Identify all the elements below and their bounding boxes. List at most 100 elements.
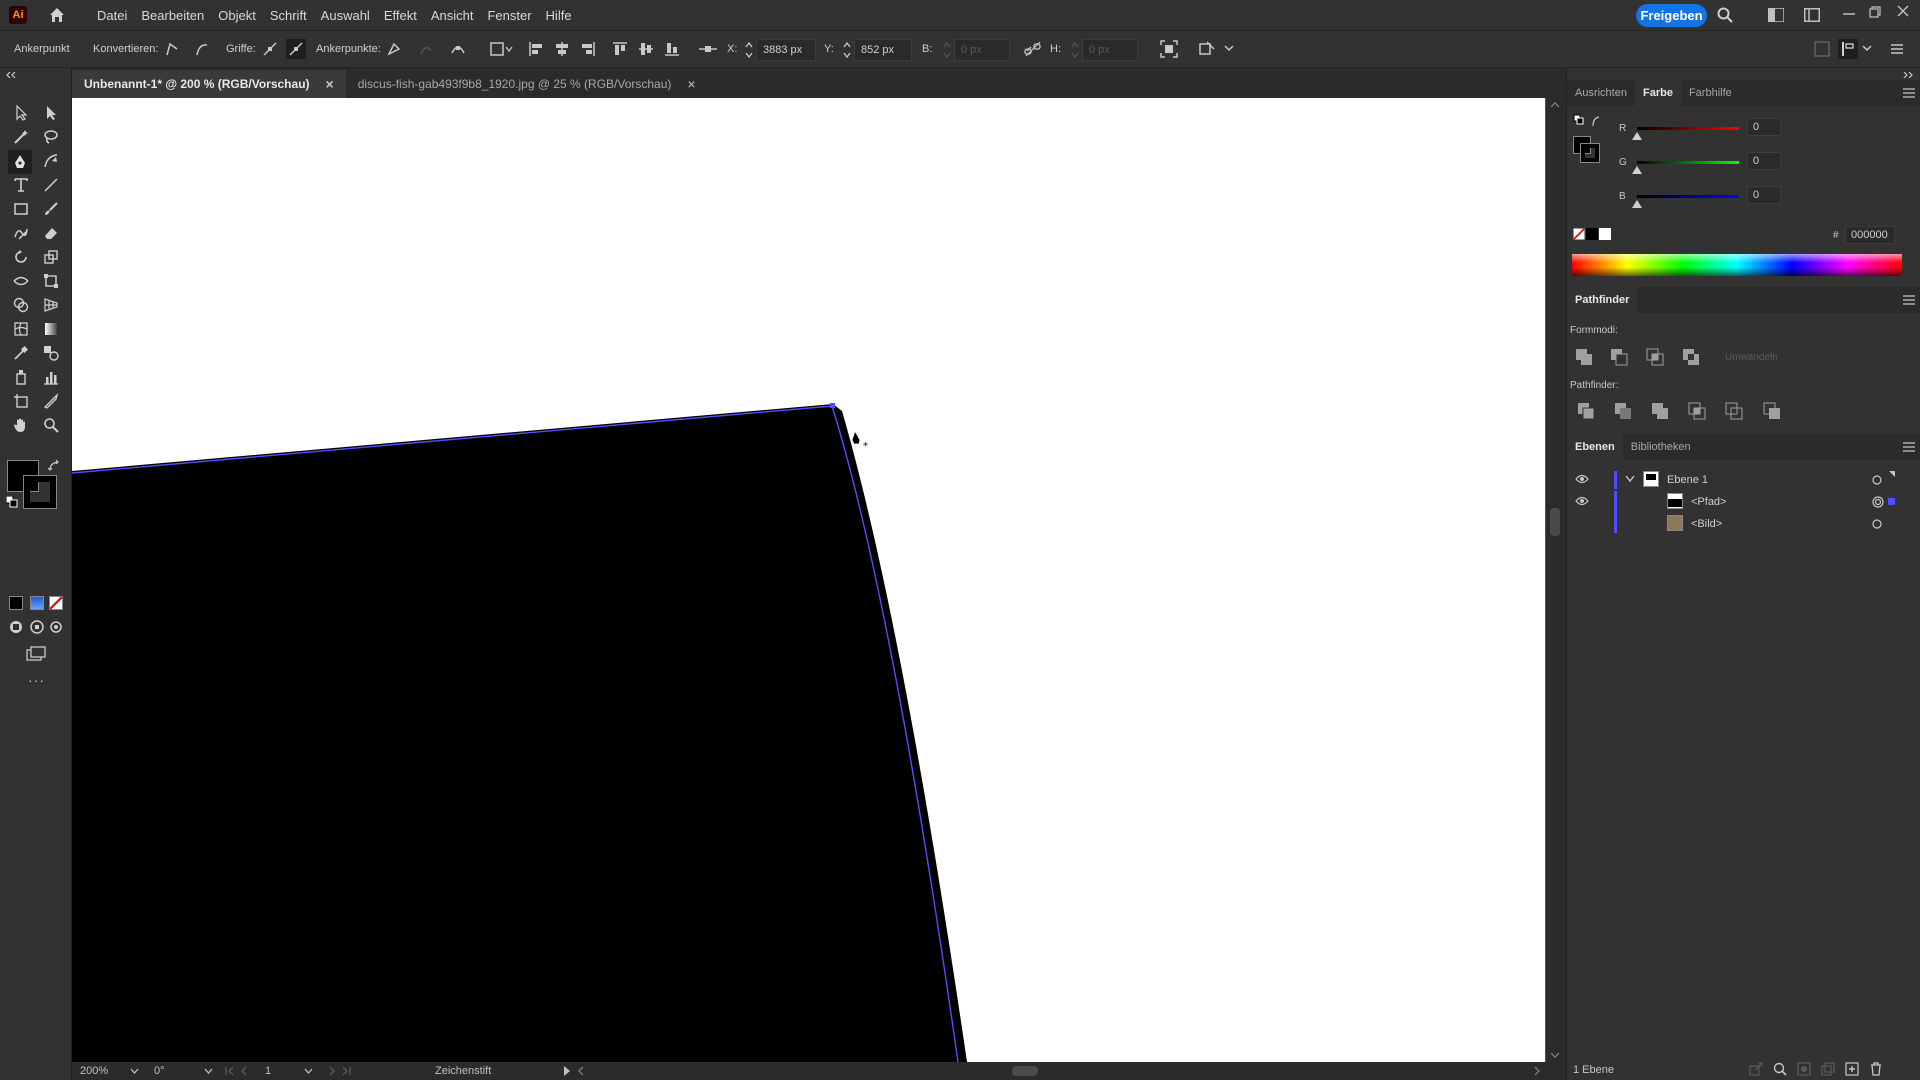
color-spectrum[interactable]	[1572, 254, 1902, 276]
scroll-down-icon[interactable]	[1550, 1052, 1560, 1058]
magic-wand-tool[interactable]	[10, 126, 32, 148]
eyedropper-tool[interactable]	[10, 342, 32, 364]
chevron-down-icon[interactable]	[1224, 44, 1234, 52]
mesh-tool[interactable]	[10, 318, 32, 340]
zoom-tool[interactable]	[40, 414, 62, 436]
menu-icon[interactable]	[1890, 42, 1904, 56]
screen-mode-icon[interactable]	[26, 646, 46, 662]
artboard[interactable]: *	[72, 98, 1545, 1062]
align-to-icon[interactable]	[490, 41, 514, 57]
horizontal-scroll-thumb[interactable]	[1012, 1066, 1038, 1076]
line-tool[interactable]	[40, 174, 62, 196]
merge-icon[interactable]	[1651, 402, 1669, 420]
draw-inside-icon[interactable]	[49, 620, 63, 634]
outline-icon[interactable]	[1725, 402, 1743, 420]
shape-builder-tool[interactable]	[10, 294, 32, 316]
tab-farbe[interactable]: Farbe	[1634, 80, 1681, 106]
tab-document-1[interactable]: Unbenannt-1* @ 200 % (RGB/Vorschau) ×	[72, 70, 346, 98]
draw-behind-icon[interactable]	[30, 620, 44, 634]
trash-icon[interactable]	[1869, 1062, 1883, 1076]
convert-corner-icon[interactable]	[164, 41, 180, 57]
width-tool[interactable]	[10, 270, 32, 292]
menu-auswahl[interactable]: Auswahl	[314, 8, 377, 23]
menu-schrift[interactable]: Schrift	[263, 8, 314, 23]
align-top-icon[interactable]	[612, 41, 628, 57]
path-item-name[interactable]: <Pfad>	[1691, 496, 1726, 508]
panel-options-icon[interactable]	[1814, 41, 1830, 57]
chevron-down-icon[interactable]	[130, 1068, 139, 1074]
symbol-sprayer-tool[interactable]	[10, 366, 32, 388]
rotate-tool[interactable]	[10, 246, 32, 268]
search-icon[interactable]	[1716, 6, 1734, 24]
handles-show-icon[interactable]	[262, 41, 278, 57]
perspective-grid-tool[interactable]	[40, 294, 62, 316]
menu-ansicht[interactable]: Ansicht	[424, 8, 481, 23]
blend-tool[interactable]	[40, 342, 62, 364]
reference-point-icon[interactable]	[698, 41, 718, 57]
scale-tool[interactable]	[40, 246, 62, 268]
isolate-icon[interactable]	[1160, 40, 1178, 58]
menu-bearbeiten[interactable]: Bearbeiten	[134, 8, 211, 23]
new-layer-icon[interactable]	[1845, 1062, 1859, 1076]
close-tab-icon[interactable]: ×	[687, 76, 695, 92]
target-selected-icon[interactable]	[1872, 496, 1884, 508]
chevron-down-icon[interactable]	[1862, 44, 1872, 52]
exclude-icon[interactable]	[1682, 348, 1700, 366]
target-icon[interactable]	[1872, 519, 1882, 529]
lasso-tool[interactable]	[40, 126, 62, 148]
selection-tool[interactable]	[10, 102, 32, 124]
white-swatch[interactable]	[1599, 228, 1611, 240]
align-vcenter-icon[interactable]	[638, 41, 654, 57]
menu-fenster[interactable]: Fenster	[480, 8, 538, 23]
collapse-panels-icon[interactable]	[1903, 72, 1913, 78]
align-hcenter-icon[interactable]	[554, 41, 570, 57]
layer-row-pfad[interactable]: <Pfad>	[1567, 491, 1920, 513]
scroll-thumb[interactable]	[1550, 508, 1560, 536]
g-slider-thumb[interactable]	[1632, 166, 1642, 174]
menu-effekt[interactable]: Effekt	[377, 8, 424, 23]
swap-colors-icon[interactable]	[48, 460, 60, 472]
eraser-tool[interactable]	[40, 222, 62, 244]
chevron-down-icon[interactable]	[304, 1068, 313, 1074]
unite-icon[interactable]	[1575, 348, 1593, 366]
target-icon[interactable]	[1872, 475, 1882, 485]
r-slider[interactable]	[1637, 127, 1739, 130]
artboard-tool[interactable]	[10, 390, 32, 412]
intersect-icon[interactable]	[1646, 348, 1664, 366]
tab-ausrichten[interactable]: Ausrichten	[1567, 80, 1635, 106]
b-slider-thumb[interactable]	[1632, 200, 1642, 208]
chevron-down-icon[interactable]	[1625, 475, 1635, 483]
black-swatch[interactable]	[1586, 228, 1598, 240]
eye-icon[interactable]	[1575, 474, 1589, 484]
layer-row-ebene-1[interactable]: Ebene 1	[1567, 469, 1920, 491]
none-swatch-icon[interactable]	[1573, 228, 1585, 240]
scroll-up-icon[interactable]	[1550, 102, 1560, 108]
rectangle-tool[interactable]	[10, 198, 32, 220]
g-slider[interactable]	[1637, 161, 1739, 164]
selected-indicator[interactable]	[1888, 498, 1895, 505]
black-shape[interactable]	[72, 404, 967, 1062]
scroll-left-icon[interactable]	[578, 1066, 584, 1076]
curvature-tool[interactable]	[40, 150, 62, 172]
tab-document-2[interactable]: discus-fish-gab493f9b8_1920.jpg @ 25 % (…	[346, 70, 708, 98]
none-mode-icon[interactable]	[49, 596, 63, 610]
handles-hide-icon[interactable]	[286, 39, 306, 59]
b-slider[interactable]	[1637, 195, 1739, 198]
menu-hilfe[interactable]: Hilfe	[539, 8, 579, 23]
home-icon[interactable]	[48, 6, 66, 24]
default-colors-icon[interactable]	[6, 496, 18, 508]
cut-path-icon[interactable]	[450, 41, 466, 57]
panel-menu-icon[interactable]	[1903, 442, 1915, 452]
free-transform-tool[interactable]	[40, 270, 62, 292]
zoom-level[interactable]: 200%	[80, 1065, 108, 1077]
column-graph-tool[interactable]	[40, 366, 62, 388]
menu-objekt[interactable]: Objekt	[211, 8, 263, 23]
pen-tool[interactable]	[8, 150, 32, 174]
play-icon[interactable]	[564, 1066, 570, 1076]
shaper-tool[interactable]	[10, 222, 32, 244]
restore-icon[interactable]	[1869, 6, 1881, 18]
collapse-icon[interactable]	[6, 72, 16, 78]
type-tool[interactable]	[10, 174, 32, 196]
align-bottom-icon[interactable]	[664, 41, 680, 57]
tab-farbhilfe[interactable]: Farbhilfe	[1681, 80, 1740, 106]
